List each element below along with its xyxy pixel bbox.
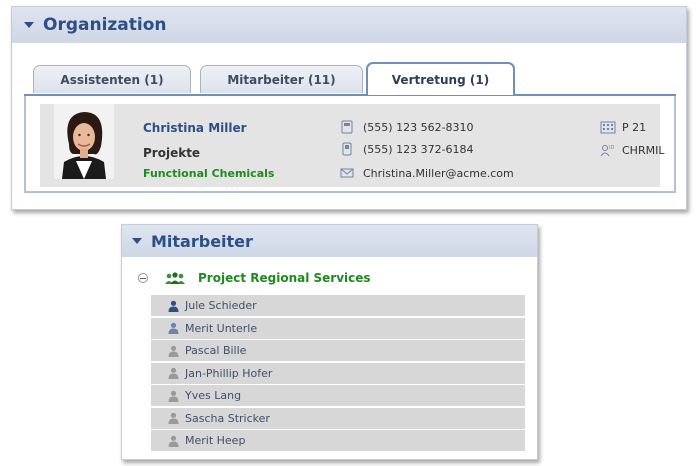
room-row: P 21 [600, 120, 646, 134]
list-item[interactable]: Jan-Phillip Hofer [151, 362, 525, 384]
user-id: CHRMIL [622, 143, 665, 157]
tab-content: Christina Miller Projekte Functional Che… [24, 96, 676, 193]
person-icon [168, 435, 179, 447]
person-icon [168, 300, 179, 312]
group-row[interactable]: Project Regional Services [138, 271, 371, 285]
person-department: Projekte [143, 146, 201, 160]
organization-panel: Organization Assistenten (1) Mitarbeiter… [11, 6, 687, 210]
phone-row: (555) 123 562-8310 [340, 120, 474, 134]
member-name: Merit Heep [185, 434, 246, 447]
member-name: Pascal Bille [185, 344, 247, 357]
collapse-triangle-icon[interactable] [24, 22, 34, 28]
person-photo [54, 104, 114, 179]
mobile-icon [340, 142, 354, 156]
list-item[interactable]: Pascal Bille [151, 340, 525, 361]
collapse-minus-icon[interactable] [138, 273, 148, 283]
list-item[interactable]: Jule Schieder [151, 295, 525, 316]
person-name[interactable]: Christina Miller [143, 121, 247, 135]
person-company[interactable]: Functional Chemicals [143, 167, 274, 180]
list-item[interactable]: Merit Unterle [151, 317, 525, 339]
mitarbeiter-header[interactable]: Mitarbeiter [122, 225, 537, 257]
organization-title: Organization [43, 15, 167, 35]
mitarbeiter-title: Mitarbeiter [151, 231, 253, 251]
member-name: Jule Schieder [185, 299, 257, 312]
mobile-row: (555) 123 372-6184 [340, 142, 474, 156]
person-card: Christina Miller Projekte Functional Che… [40, 104, 664, 187]
room-number: P 21 [622, 120, 647, 134]
tab-mitarbeiter[interactable]: Mitarbeiter (11) [200, 65, 363, 93]
collapse-triangle-icon[interactable] [132, 238, 142, 244]
list-item[interactable]: Merit Heep [151, 430, 525, 451]
email-address[interactable]: Christina.Miller@acme.com [363, 167, 514, 180]
group-name: Project Regional Services [198, 271, 371, 285]
mobile-number[interactable]: (555) 123 372-6184 [363, 143, 474, 156]
phone-icon [340, 120, 354, 134]
member-list: Jule Schieder Merit Unterle Pascal Bille Ja… [151, 295, 525, 453]
group-users-icon [164, 271, 186, 285]
userid-row: ID CHRMIL [600, 143, 664, 157]
member-name: Yves Lang [185, 389, 242, 402]
tab-assistenten[interactable]: Assistenten (1) [33, 65, 191, 93]
person-icon [168, 322, 179, 334]
svg-text:ID: ID [609, 145, 614, 151]
person-icon [168, 412, 179, 424]
person-icon [168, 390, 179, 402]
building-icon [600, 120, 616, 134]
list-item[interactable]: Yves Lang [151, 385, 525, 406]
tab-bar: Assistenten (1) Mitarbeiter (11) Vertret… [24, 62, 676, 95]
email-row: Christina.Miller@acme.com [340, 166, 514, 180]
member-name: Sascha Stricker [185, 411, 270, 425]
tab-vertretung[interactable]: Vertretung (1) [366, 62, 515, 95]
member-name: Merit Unterle [185, 321, 258, 335]
organization-header[interactable]: Organization [12, 7, 686, 43]
person-icon [168, 345, 179, 357]
person-icon [168, 367, 179, 379]
member-name: Jan-Phillip Hofer [185, 366, 273, 380]
mitarbeiter-panel: Mitarbeiter Project Regional Services Ju… [121, 224, 538, 460]
phone-number[interactable]: (555) 123 562-8310 [363, 121, 474, 134]
envelope-icon [340, 166, 354, 180]
user-id-icon: ID [600, 143, 616, 157]
list-item[interactable]: Sascha Stricker [151, 407, 525, 429]
